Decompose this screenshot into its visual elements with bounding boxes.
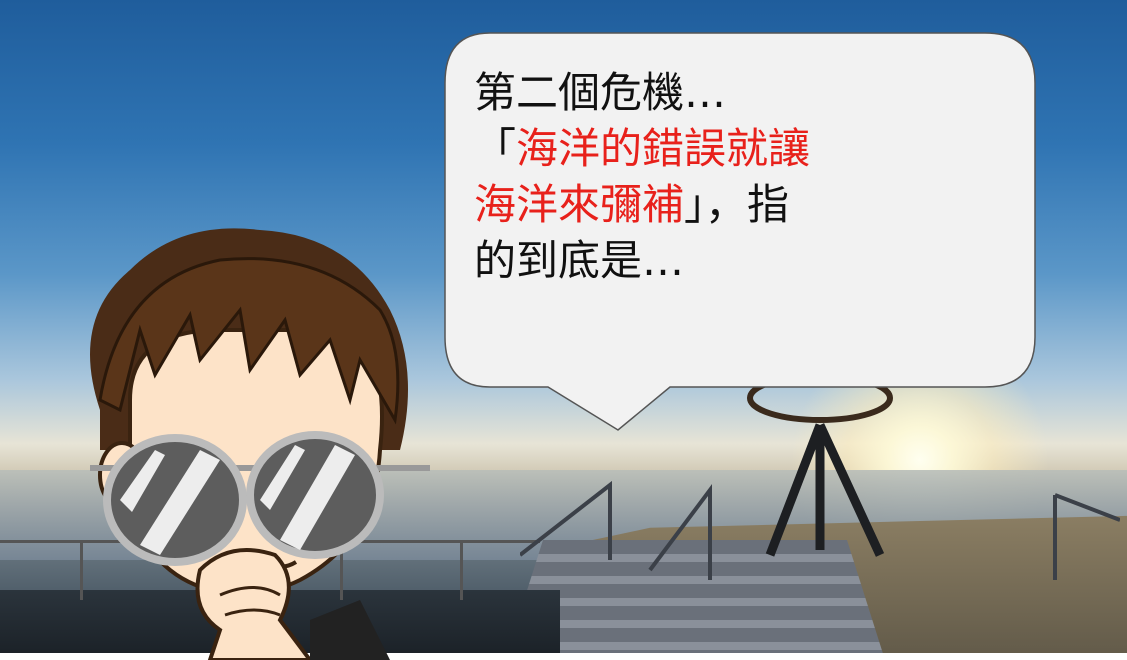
bubble-line-2: 「海洋的錯誤就讓 (474, 121, 994, 177)
highlight-text: 海洋來彌補 (474, 180, 685, 229)
highlight-text: 海洋的錯誤就讓 (516, 124, 811, 173)
close-quote: 」，指 (684, 180, 790, 229)
bubble-line-4: 的到底是… (474, 236, 685, 285)
speech-bubble-text: 第二個危機… 「海洋的錯誤就讓 海洋來彌補」，指 的到底是… (474, 65, 994, 289)
bubble-line-1: 第二個危機… (474, 68, 727, 117)
cartoon-character (90, 228, 430, 660)
bubble-line-3: 海洋來彌補」，指 (474, 177, 994, 233)
open-quote: 「 (474, 124, 517, 173)
shirt (310, 600, 390, 660)
